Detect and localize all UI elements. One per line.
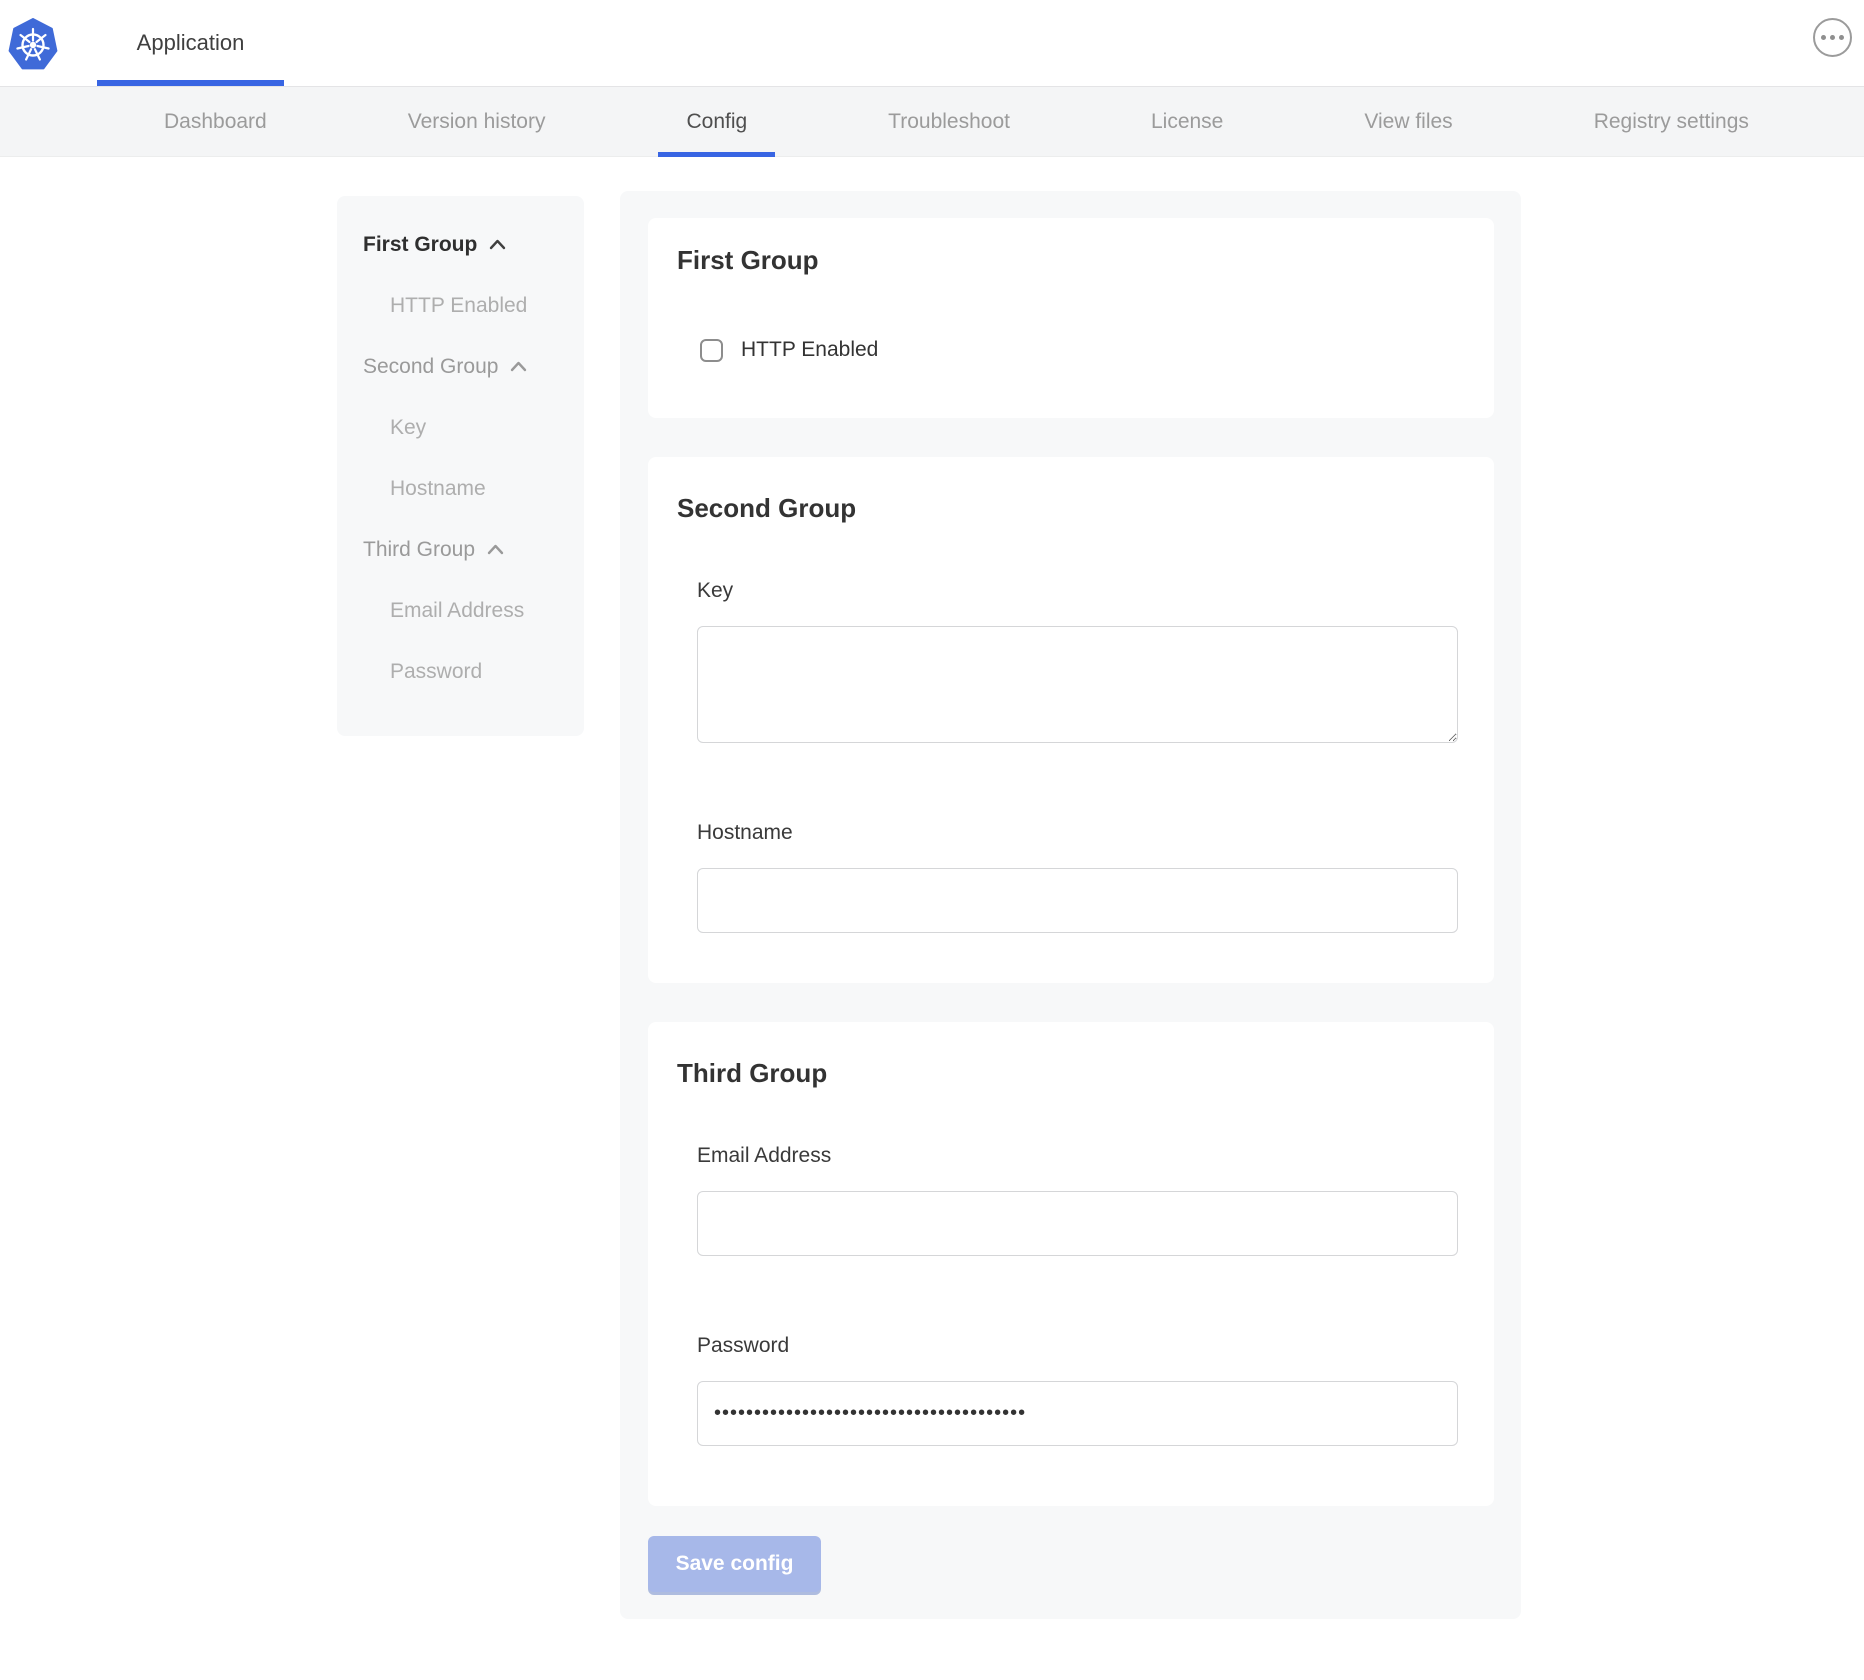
sidebar-item-http-enabled[interactable]: HTTP Enabled [363,275,584,336]
app-tab-application[interactable]: Application [97,0,284,86]
email-address-label: Email Address [697,1144,1458,1168]
http-enabled-field: HTTP Enabled [700,338,1494,362]
config-form-area: First Group HTTP Enabled Second Group Ke… [620,191,1521,1619]
chevron-up-icon [510,361,527,372]
tab-view-files[interactable]: View files [1336,87,1480,156]
tab-config[interactable]: Config [658,87,775,156]
hostname-label: Hostname [697,821,1458,845]
config-group-third: Third Group Email Address Password [648,1022,1494,1506]
app-header: Application [0,0,1864,87]
save-config-button[interactable]: Save config [648,1536,821,1592]
ellipsis-icon [1821,35,1826,40]
sidebar-item-label: Key [390,416,426,440]
key-textarea[interactable] [697,626,1458,743]
sidebar-item-second-group[interactable]: Second Group [363,336,584,397]
sidebar-item-label: Email Address [390,599,524,623]
chevron-up-icon [489,239,506,250]
hostname-field: Hostname [697,821,1458,933]
more-menu-button[interactable] [1813,18,1852,57]
key-field: Key [697,579,1458,743]
sidebar-item-password[interactable]: Password [363,641,584,702]
key-label: Key [697,579,1458,603]
kubernetes-logo-icon [8,18,58,72]
config-group-first: First Group HTTP Enabled [648,218,1494,418]
group-title: First Group [677,245,1494,275]
password-field: Password [697,1334,1458,1446]
sidebar-item-email-address[interactable]: Email Address [363,580,584,641]
password-input[interactable] [697,1381,1458,1446]
tab-troubleshoot[interactable]: Troubleshoot [860,87,1038,156]
chevron-up-icon [487,544,504,555]
group-title: Second Group [677,493,1494,523]
group-title: Third Group [677,1058,1494,1088]
sidebar-item-label: Hostname [390,477,486,501]
sidebar-item-hostname[interactable]: Hostname [363,458,584,519]
app-subnav: Dashboard Version history Config Trouble… [0,87,1864,157]
sidebar-item-label: HTTP Enabled [390,294,527,318]
sidebar-group-label: Third Group [363,538,475,562]
hostname-input[interactable] [697,868,1458,933]
http-enabled-checkbox[interactable] [700,339,723,362]
sidebar-item-third-group[interactable]: Third Group [363,519,584,580]
tab-version-history[interactable]: Version history [380,87,574,156]
tab-license[interactable]: License [1123,87,1251,156]
sidebar-group-label: First Group [363,233,477,257]
sidebar-item-first-group[interactable]: First Group [363,214,584,275]
sidebar-item-key[interactable]: Key [363,397,584,458]
email-address-input[interactable] [697,1191,1458,1256]
http-enabled-label[interactable]: HTTP Enabled [741,338,878,362]
sidebar-item-label: Password [390,660,482,684]
config-page: First Group HTTP Enabled Second Group Ke… [0,157,1864,1680]
tab-dashboard[interactable]: Dashboard [136,87,295,156]
config-sidebar: First Group HTTP Enabled Second Group Ke… [337,196,584,736]
app-tab-label: Application [137,30,245,56]
config-group-second: Second Group Key Hostname [648,457,1494,983]
email-address-field: Email Address [697,1144,1458,1256]
tab-registry-settings[interactable]: Registry settings [1566,87,1777,156]
sidebar-group-label: Second Group [363,355,498,379]
password-label: Password [697,1334,1458,1358]
